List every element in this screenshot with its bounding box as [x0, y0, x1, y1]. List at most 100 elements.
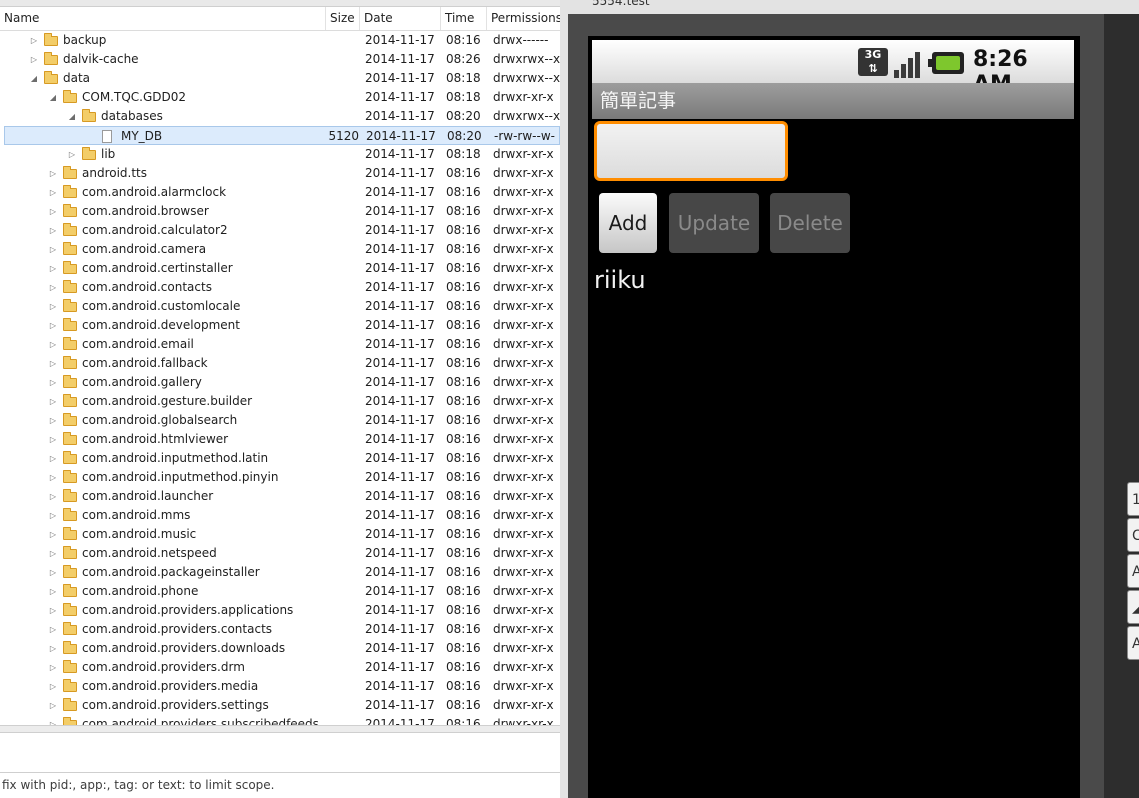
update-button[interactable]: Update: [669, 193, 759, 253]
row-time: 08:16: [446, 394, 481, 408]
expand-arrow-icon[interactable]: ▷: [48, 335, 58, 354]
row-time: 08:16: [446, 565, 481, 579]
folder-row[interactable]: ▷ com.android.providers.contacts 2014-11-1…: [4, 620, 560, 639]
folder-row[interactable]: ▷ com.android.inputmethod.latin 2014-11-17…: [4, 449, 560, 468]
expand-arrow-icon[interactable]: ▷: [29, 31, 39, 50]
folder-row[interactable]: ▷ com.android.providers.applications 2014-…: [4, 601, 560, 620]
folder-row[interactable]: ▷ com.android.htmlviewer 2014-11-17 08:16 dr…: [4, 430, 560, 449]
side-button-5[interactable]: A: [1127, 626, 1139, 660]
note-input[interactable]: [594, 121, 788, 181]
expand-arrow-icon[interactable]: ▷: [48, 221, 58, 240]
folder-row[interactable]: ▷ com.android.packageinstaller 2014-11-17 0…: [4, 563, 560, 582]
folder-icon: [63, 622, 77, 635]
folder-row[interactable]: ▷ com.android.camera 2014-11-17 08:16 drwxr-…: [4, 240, 560, 259]
expand-arrow-icon[interactable]: ▷: [48, 354, 58, 373]
folder-row[interactable]: ◢ data 2014-11-17 08:18 drwxrwx--x: [4, 69, 560, 88]
folder-row[interactable]: ▷ com.android.email 2014-11-17 08:16 drwxr-x…: [4, 335, 560, 354]
expand-arrow-icon[interactable]: ▷: [29, 50, 39, 69]
row-size: [304, 145, 358, 164]
horizontal-scrollbar[interactable]: [0, 725, 560, 732]
folder-row[interactable]: ▷ com.android.mms 2014-11-17 08:16 drwxr-xr-…: [4, 506, 560, 525]
expand-arrow-icon[interactable]: ▷: [48, 449, 58, 468]
expand-arrow-icon[interactable]: ▷: [48, 202, 58, 221]
row-name: com.android.contacts: [82, 280, 212, 294]
folder-row[interactable]: ▷ com.android.launcher 2014-11-17 08:16 drwx…: [4, 487, 560, 506]
row-size: [304, 696, 358, 715]
expand-arrow-icon[interactable]: ▷: [48, 468, 58, 487]
folder-row[interactable]: ▷ com.android.customlocale 2014-11-17 08:16…: [4, 297, 560, 316]
folder-row[interactable]: ▷ com.android.calculator2 2014-11-17 08:16 d…: [4, 221, 560, 240]
device-screen: 3G⇅ 8:26 AM 簡單記事 Add Update Delete riiku: [588, 36, 1080, 798]
collapse-arrow-icon[interactable]: ◢: [29, 69, 39, 88]
column-name[interactable]: Name: [0, 7, 326, 30]
folder-row[interactable]: ▷ com.android.providers.downloads 2014-11-…: [4, 639, 560, 658]
side-button-4[interactable]: ◢: [1127, 590, 1139, 624]
expand-arrow-icon[interactable]: ▷: [48, 278, 58, 297]
expand-arrow-icon[interactable]: ▷: [48, 639, 58, 658]
expand-arrow-icon[interactable]: ▷: [48, 259, 58, 278]
expand-arrow-icon[interactable]: ▷: [48, 297, 58, 316]
expand-arrow-icon[interactable]: ▷: [48, 183, 58, 202]
folder-row[interactable]: ▷ com.android.fallback 2014-11-17 08:16 drwx…: [4, 354, 560, 373]
expand-arrow-icon[interactable]: ▷: [48, 582, 58, 601]
expand-arrow-icon[interactable]: ▷: [48, 506, 58, 525]
expand-arrow-icon[interactable]: ▷: [48, 544, 58, 563]
expand-arrow-icon[interactable]: ▷: [48, 392, 58, 411]
column-size[interactable]: Size: [326, 7, 360, 30]
folder-row[interactable]: ◢ databases 2014-11-17 08:20 drwxrwx--x: [4, 107, 560, 126]
folder-row[interactable]: ▷ com.android.phone 2014-11-17 08:16 drwxr-x…: [4, 582, 560, 601]
expand-arrow-icon[interactable]: ▷: [48, 164, 58, 183]
row-permissions: drwxr-xr-x: [493, 679, 554, 693]
expand-arrow-icon[interactable]: ▷: [48, 525, 58, 544]
folder-row[interactable]: ▷ com.android.providers.settings 2014-11-1…: [4, 696, 560, 715]
folder-row[interactable]: ◢ COM.TQC.GDD02 2014-11-17 08:18 drwxr-xr-x: [4, 88, 560, 107]
collapse-arrow-icon[interactable]: ◢: [48, 88, 58, 107]
folder-row[interactable]: ▷ com.android.providers.subscribedfeeds 20…: [4, 715, 560, 725]
expand-arrow-icon[interactable]: ▷: [48, 487, 58, 506]
row-time: 08:26: [446, 52, 481, 66]
file-row[interactable]: MY_DB 5120 2014-11-17 08:20 -rw-rw--w-: [4, 126, 560, 145]
expand-arrow-icon[interactable]: ▷: [48, 696, 58, 715]
expand-arrow-icon[interactable]: ▷: [48, 601, 58, 620]
folder-row[interactable]: ▷ com.android.alarmclock 2014-11-17 08:16 dr…: [4, 183, 560, 202]
folder-row[interactable]: ▷ com.android.globalsearch 2014-11-17 08:16…: [4, 411, 560, 430]
expand-arrow-icon[interactable]: ▷: [48, 677, 58, 696]
folder-row[interactable]: ▷ com.android.contacts 2014-11-17 08:16 drwx…: [4, 278, 560, 297]
expand-arrow-icon[interactable]: ▷: [48, 430, 58, 449]
column-permissions[interactable]: Permissions: [487, 7, 560, 30]
folder-row[interactable]: ▷ com.android.providers.media 2014-11-17 08…: [4, 677, 560, 696]
folder-row[interactable]: ▷ com.android.browser 2014-11-17 08:16 drwxr…: [4, 202, 560, 221]
column-time[interactable]: Time: [441, 7, 487, 30]
add-button[interactable]: Add: [599, 193, 657, 253]
side-button-1[interactable]: 1: [1127, 482, 1139, 516]
expand-arrow-icon[interactable]: ▷: [48, 620, 58, 639]
expand-arrow-icon[interactable]: ▷: [48, 563, 58, 582]
folder-row[interactable]: ▷ com.android.certinstaller 2014-11-17 08:1…: [4, 259, 560, 278]
folder-row[interactable]: ▷ com.android.development 2014-11-17 08:16 d…: [4, 316, 560, 335]
delete-button[interactable]: Delete: [770, 193, 850, 253]
folder-row[interactable]: ▷ backup 2014-11-17 08:16 drwx------: [4, 31, 560, 50]
folder-row[interactable]: ▷ com.android.providers.drm 2014-11-17 08:1…: [4, 658, 560, 677]
logcat-filter-input[interactable]: fix with pid:, app:, tag: or text: to li…: [0, 772, 560, 798]
folder-row[interactable]: ▷ com.android.gallery 2014-11-17 08:16 drwxr…: [4, 373, 560, 392]
row-permissions: drwxr-xr-x: [493, 242, 554, 256]
folder-row[interactable]: ▷ com.android.music 2014-11-17 08:16 drwxr-x…: [4, 525, 560, 544]
row-name: com.android.calculator2: [82, 223, 228, 237]
folder-row[interactable]: ▷ android.tts 2014-11-17 08:16 drwxr-xr-x: [4, 164, 560, 183]
folder-row[interactable]: ▷ com.android.inputmethod.pinyin 2014-11-1…: [4, 468, 560, 487]
side-button-3[interactable]: A: [1127, 554, 1139, 588]
folder-row[interactable]: ▷ lib 2014-11-17 08:18 drwxr-xr-x: [4, 145, 560, 164]
expand-arrow-icon[interactable]: ▷: [48, 658, 58, 677]
expand-arrow-icon[interactable]: ▷: [48, 715, 58, 725]
expand-arrow-icon[interactable]: ▷: [48, 373, 58, 392]
expand-arrow-icon[interactable]: ▷: [48, 411, 58, 430]
folder-row[interactable]: ▷ com.android.gesture.builder 2014-11-17 08…: [4, 392, 560, 411]
column-date[interactable]: Date: [360, 7, 441, 30]
folder-row[interactable]: ▷ dalvik-cache 2014-11-17 08:26 drwxrwx--x: [4, 50, 560, 69]
expand-arrow-icon[interactable]: ▷: [48, 240, 58, 259]
expand-arrow-icon[interactable]: ▷: [67, 145, 77, 164]
collapse-arrow-icon[interactable]: ◢: [67, 107, 77, 126]
folder-row[interactable]: ▷ com.android.netspeed 2014-11-17 08:16 drwx…: [4, 544, 560, 563]
expand-arrow-icon[interactable]: ▷: [48, 316, 58, 335]
side-button-2[interactable]: C: [1127, 518, 1139, 552]
